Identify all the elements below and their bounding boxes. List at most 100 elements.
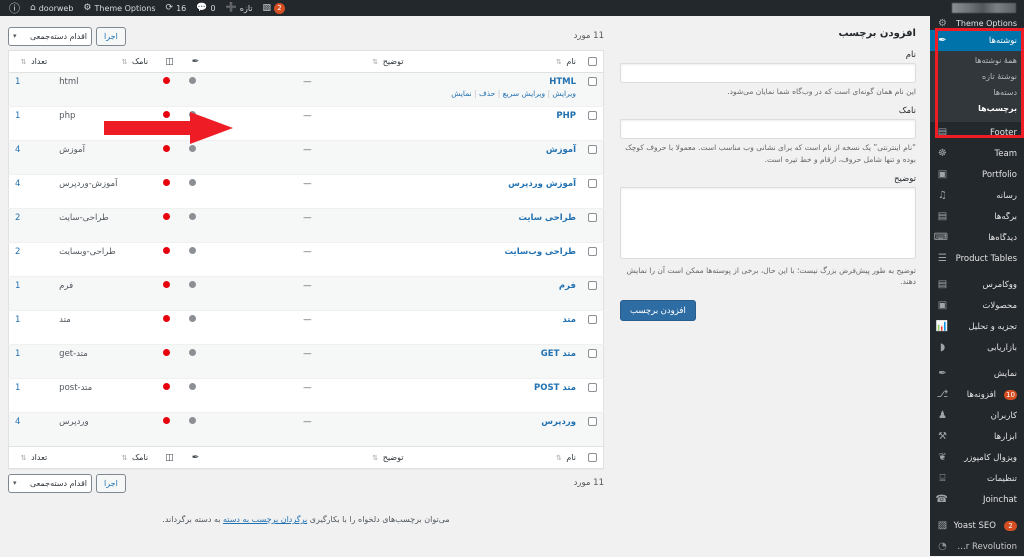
brush-status-dot[interactable] [189, 111, 197, 118]
row-checkbox[interactable] [588, 77, 597, 86]
sidebar-submenu-new-post[interactable]: نوشتهٔ تازه [930, 69, 1024, 85]
row-select-cell[interactable] [582, 72, 604, 107]
tag-status-dot[interactable] [163, 315, 171, 322]
row-tag-cell[interactable] [154, 72, 180, 107]
row-select-cell[interactable] [582, 140, 604, 175]
sidebar-item-yoast-seo[interactable]: ▧ Yoast SEO 2 [930, 515, 1024, 536]
row-checkbox[interactable] [588, 111, 597, 120]
row-title-link[interactable]: متد GET [541, 349, 576, 359]
row-count-link[interactable]: 4 [15, 417, 20, 427]
row-brush-cell[interactable] [179, 412, 206, 447]
admin-bar-comments[interactable]: 0 💬 [191, 0, 220, 16]
sidebar-item-team[interactable]: ☸ Team [930, 143, 1024, 164]
row-title-link[interactable]: HTML [549, 77, 576, 87]
brush-status-dot[interactable] [189, 349, 197, 356]
sidebar-theme-options[interactable]: ⚙ Theme Options [930, 16, 1024, 30]
sidebar-item-comments[interactable]: ⌨ دیدگاه‌ها [930, 227, 1024, 248]
brush-status-dot[interactable] [189, 247, 197, 254]
tag-status-dot[interactable] [163, 145, 171, 152]
row-checkbox[interactable] [588, 383, 597, 392]
row-select-cell[interactable] [582, 242, 604, 277]
brush-status-dot[interactable] [189, 315, 197, 322]
row-action-delete[interactable]: حذف [479, 89, 495, 98]
column-footer-slug[interactable]: نامک ⇅ [53, 446, 155, 469]
sidebar-item-portfolio[interactable]: ▣ Portfolio [930, 164, 1024, 185]
row-select-cell[interactable] [582, 106, 604, 141]
row-brush-cell[interactable] [179, 140, 206, 175]
row-tag-cell[interactable] [154, 174, 180, 209]
row-select-cell[interactable] [582, 378, 604, 413]
row-title-link[interactable]: PHP [556, 111, 576, 121]
sidebar-item-product-tables[interactable]: ☰ Product Tables [930, 248, 1024, 269]
tag-description-textarea[interactable] [620, 186, 916, 259]
brush-status-dot[interactable] [189, 213, 197, 220]
admin-bar-new-content[interactable]: تازه ➕ [221, 0, 258, 16]
tag-status-dot[interactable] [163, 247, 171, 254]
admin-bar-site-name[interactable]: doorweb ⌂ [25, 0, 78, 16]
row-checkbox[interactable] [588, 349, 597, 358]
sidebar-item-joinchat[interactable]: ☎ Joinchat [930, 489, 1024, 510]
sidebar-item-woocommerce[interactable]: ▤ ووکامرس [930, 274, 1024, 295]
tag-slug-input[interactable] [620, 119, 916, 140]
select-all-checkbox[interactable] [588, 57, 597, 66]
sidebar-item-posts[interactable]: ✒ نوشته‌ها [924, 30, 1024, 51]
row-checkbox[interactable] [588, 247, 597, 256]
admin-bar-wp-logo[interactable]: ⓘ [4, 0, 25, 16]
row-tag-cell[interactable] [154, 344, 180, 379]
row-brush-cell[interactable] [179, 276, 206, 311]
row-brush-cell[interactable] [179, 72, 206, 107]
row-title-link[interactable]: آموزش [546, 145, 576, 155]
row-title-link[interactable]: متد [562, 315, 576, 325]
row-tag-cell[interactable] [154, 412, 180, 447]
bulk-apply-button-top[interactable]: اجرا [96, 26, 126, 46]
sidebar-item-products[interactable]: ▣ محصولات [930, 295, 1024, 316]
sidebar-item-users[interactable]: ♟ کاربران [930, 405, 1024, 426]
sidebar-item-media[interactable]: ♫ رسانه [930, 185, 1024, 206]
sidebar-item-pages[interactable]: ▤ برگه‌ها [930, 206, 1024, 227]
row-tag-cell[interactable] [154, 106, 180, 141]
brush-status-dot[interactable] [189, 383, 197, 390]
bulk-actions-select-top[interactable]: اقدام دسته‌جمعی ▾ [8, 26, 92, 46]
row-count-link[interactable]: 1 [15, 315, 20, 325]
tag-status-dot[interactable] [163, 213, 171, 220]
row-title-link[interactable]: فرم [559, 281, 576, 291]
column-footer-name[interactable]: نام ⇅ [409, 446, 582, 469]
row-count-link[interactable]: 4 [15, 145, 20, 155]
select-all-header[interactable] [582, 50, 604, 73]
row-checkbox[interactable] [588, 179, 597, 188]
sidebar-item-marketing[interactable]: ◗ بازاریابی [930, 337, 1024, 358]
sidebar-item-analytics[interactable]: 📊 تجزیه و تحلیل [930, 316, 1024, 337]
column-header-name[interactable]: نام ⇅ [409, 50, 582, 73]
row-select-cell[interactable] [582, 344, 604, 379]
brush-status-dot[interactable] [189, 145, 197, 152]
row-checkbox[interactable] [588, 145, 597, 154]
sidebar-item-slider-revolution[interactable]: ◔ Slider Revolution [930, 536, 1024, 557]
sidebar-item-plugins[interactable]: ⎇ افزونه‌ها 10 [930, 384, 1024, 405]
column-header-slug[interactable]: نامک ⇅ [53, 50, 155, 73]
row-count-link[interactable]: 2 [15, 247, 20, 257]
tag-status-dot[interactable] [163, 179, 171, 186]
tag-status-dot[interactable] [163, 281, 171, 288]
row-brush-cell[interactable] [179, 208, 206, 243]
admin-bar-seo-notifications[interactable]: 2 ▧ [258, 0, 291, 16]
select-all-footer[interactable] [582, 446, 604, 469]
brush-status-dot[interactable] [189, 179, 197, 186]
row-brush-cell[interactable] [179, 378, 206, 413]
row-count-link[interactable]: 1 [15, 383, 20, 393]
row-brush-cell[interactable] [179, 310, 206, 345]
row-checkbox[interactable] [588, 315, 597, 324]
column-footer-description[interactable]: توضیح ⇅ [205, 446, 410, 469]
row-brush-cell[interactable] [179, 242, 206, 277]
admin-bar-theme-options[interactable]: Theme Options ⚙ [78, 0, 160, 16]
column-footer-count[interactable]: تعداد ⇅ [8, 446, 54, 469]
row-checkbox[interactable] [588, 281, 597, 290]
row-brush-cell[interactable] [179, 174, 206, 209]
row-action-quick-edit[interactable]: ویرایش سریع [503, 89, 545, 98]
brush-status-dot[interactable] [189, 77, 197, 84]
row-checkbox[interactable] [588, 213, 597, 222]
row-tag-cell[interactable] [154, 242, 180, 277]
row-count-link[interactable]: 1 [15, 349, 20, 359]
row-count-link[interactable]: 4 [15, 179, 20, 189]
row-select-cell[interactable] [582, 412, 604, 447]
row-brush-cell[interactable] [179, 344, 206, 379]
